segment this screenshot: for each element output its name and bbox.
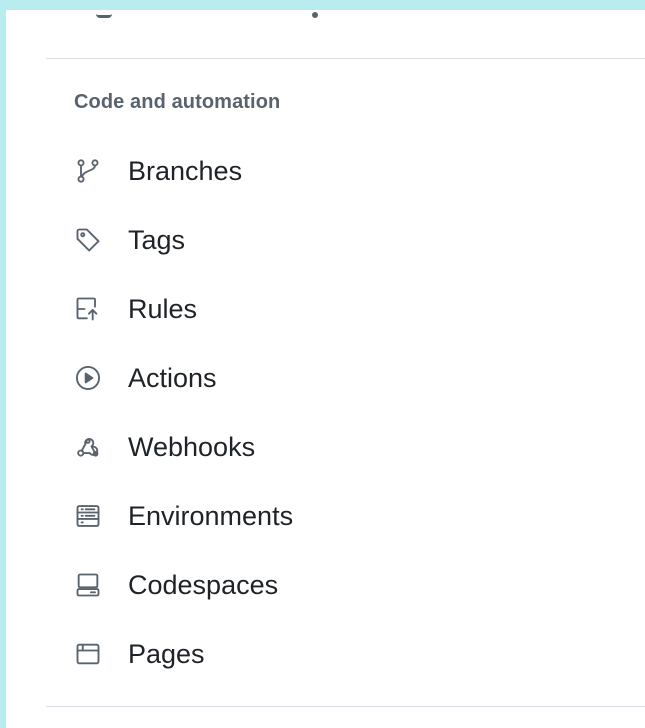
sidebar-item-label: Pages (128, 638, 205, 669)
webhook-icon (72, 431, 104, 463)
sidebar-item-rules[interactable]: Rules (72, 289, 492, 329)
section-divider-bottom (46, 706, 645, 707)
sidebar-item-label: Rules (128, 293, 198, 324)
settings-sidebar: Code and automation Branches Tags Rules … (6, 10, 645, 728)
browser-icon (72, 638, 104, 670)
section-heading-code-and-automation: Code and automation (74, 91, 281, 113)
git-branch-icon (72, 155, 104, 187)
sidebar-item-label: Environments (128, 500, 294, 531)
server-icon (72, 500, 104, 532)
sidebar-item-environments[interactable]: Environments (72, 496, 492, 536)
sidebar-item-actions[interactable]: Actions (72, 358, 492, 398)
sidebar-item-pages[interactable]: Pages (72, 634, 492, 674)
rules-icon (72, 293, 104, 325)
partial-item-icon (96, 12, 112, 18)
previous-section-partial-item[interactable] (12, 10, 472, 32)
sidebar-item-branches[interactable]: Branches (72, 151, 492, 191)
sidebar-item-label: Tags (128, 224, 186, 255)
partial-item-label (312, 12, 318, 18)
sidebar-item-label: Codespaces (128, 569, 279, 600)
sidebar-item-tags[interactable]: Tags (72, 220, 492, 260)
codespaces-icon (72, 569, 104, 601)
sidebar-item-webhooks[interactable]: Webhooks (72, 427, 492, 467)
play-icon (72, 362, 104, 394)
sidebar-item-label: Webhooks (128, 431, 256, 462)
sidebar-item-label: Actions (128, 362, 217, 393)
sidebar-item-label: Branches (128, 155, 243, 186)
sidebar-item-codespaces[interactable]: Codespaces (72, 565, 492, 605)
section-divider-top (46, 58, 645, 59)
tag-icon (72, 224, 104, 256)
